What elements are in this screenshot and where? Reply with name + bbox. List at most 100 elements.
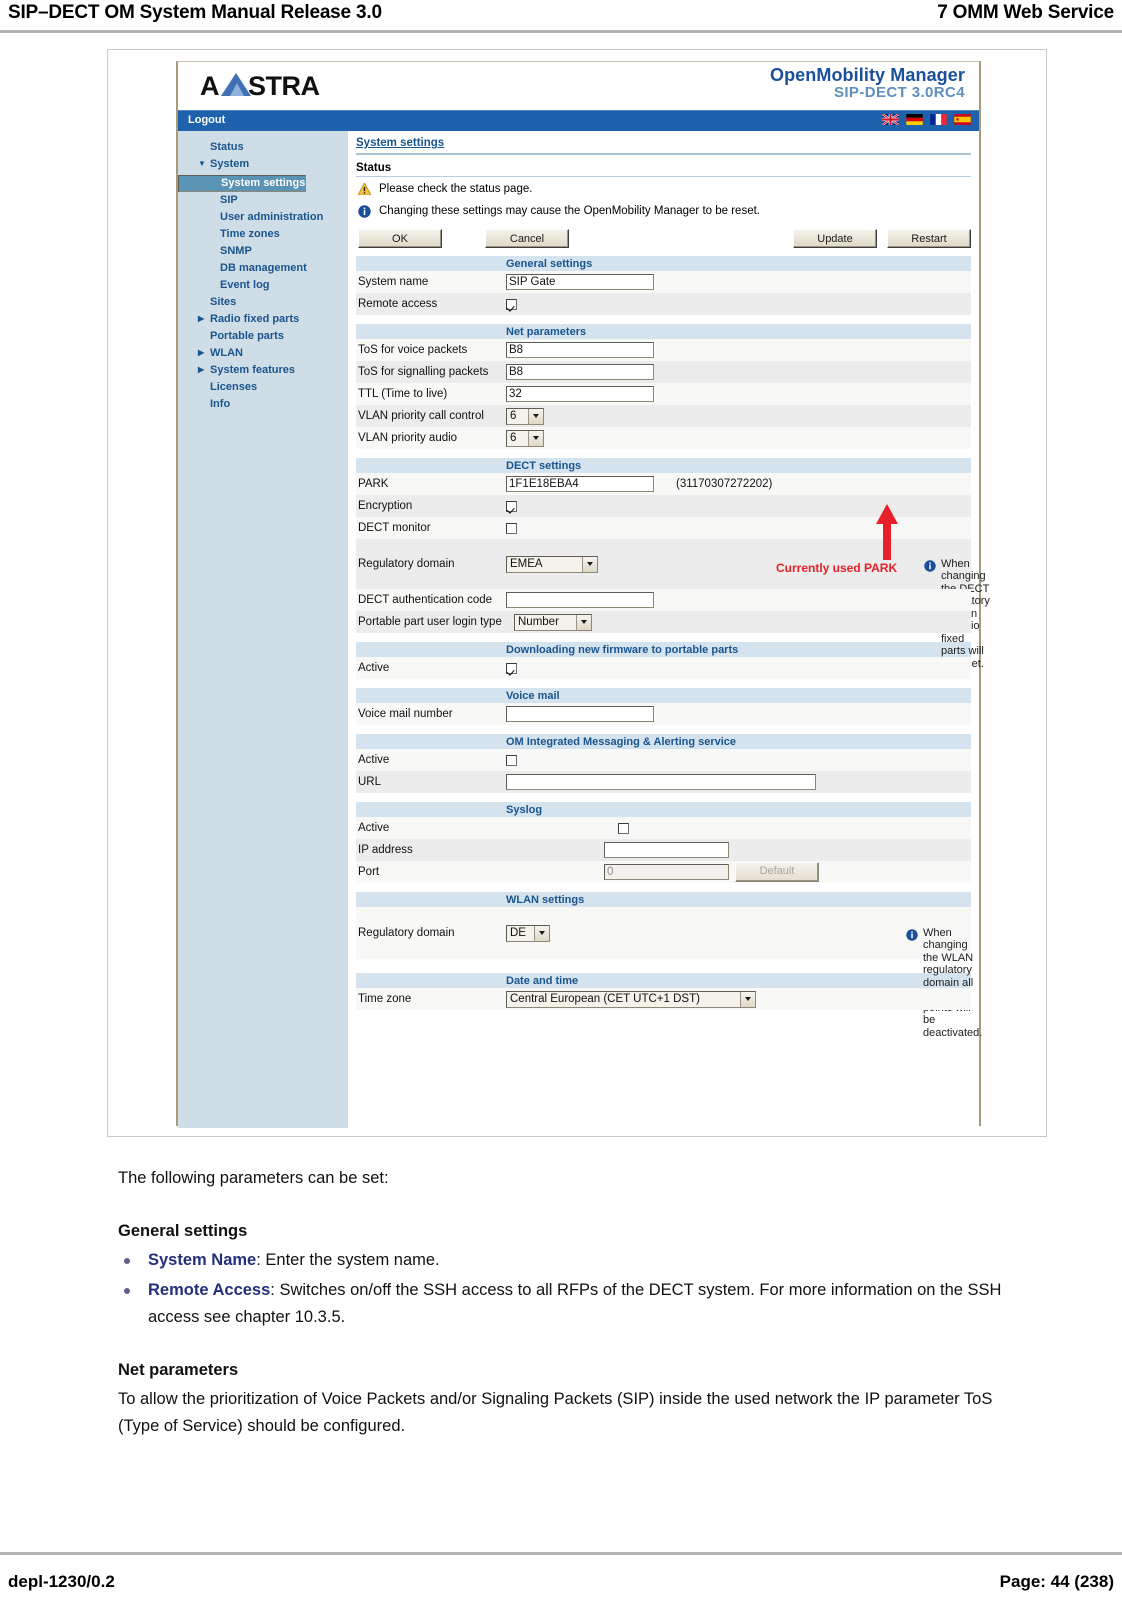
omm-web-window: A STRA OpenMobility Manager SIP-DECT 3.0… bbox=[176, 61, 990, 1128]
update-button[interactable]: Update bbox=[793, 228, 877, 248]
row-voice-mail-number: Voice mail number bbox=[356, 703, 971, 725]
label-firmware-active: Active bbox=[358, 662, 390, 674]
dect-auth-code-input[interactable] bbox=[506, 592, 654, 608]
label-remote-access: Remote access bbox=[358, 298, 438, 310]
row-pp-login-type: Portable part user login type Number bbox=[356, 611, 971, 633]
section-header: Date and time bbox=[356, 973, 971, 988]
pp-login-type-select[interactable]: Number bbox=[514, 613, 592, 631]
section-dect-settings: DECT settings PARK (31170307272202) Encr… bbox=[356, 458, 990, 670]
sidebar-item-label: System bbox=[210, 158, 250, 170]
remote-access-checkbox[interactable] bbox=[506, 298, 517, 310]
restart-button[interactable]: Restart bbox=[887, 228, 971, 248]
row-syslog-ip: IP address bbox=[356, 839, 971, 861]
label-pp-login-type: Portable part user login type bbox=[358, 616, 502, 628]
section-date-and-time: Date and time Time zone Central European… bbox=[356, 973, 971, 1010]
label-dect-auth-code: DECT authentication code bbox=[358, 594, 493, 606]
chevron-down-icon[interactable] bbox=[528, 430, 543, 446]
wlan-regulatory-domain-select[interactable]: DE bbox=[506, 924, 550, 942]
sidebar-item-db-management[interactable]: DB management bbox=[178, 260, 348, 277]
sidebar-item-sites[interactable]: Sites bbox=[178, 294, 348, 311]
section-title: Syslog bbox=[506, 803, 543, 816]
sidebar-item-time-zones[interactable]: Time zones bbox=[178, 226, 348, 243]
sidebar-item-portable-parts[interactable]: Portable parts bbox=[178, 328, 348, 345]
chevron-down-icon[interactable] bbox=[740, 991, 755, 1007]
document-header-right: 7 OMM Web Service bbox=[937, 2, 1114, 23]
messaging-url-input[interactable] bbox=[506, 774, 816, 790]
dect-regulatory-domain-value: EMEA bbox=[510, 557, 543, 570]
label-park: PARK bbox=[358, 478, 389, 490]
sidebar-item-wlan[interactable]: ▶ WLAN bbox=[178, 345, 348, 362]
content-pane: System settings Status Please check the … bbox=[348, 131, 990, 1128]
label-regulatory-domain-wlan: Regulatory domain bbox=[358, 927, 455, 939]
vlan-audio-select[interactable]: 6 bbox=[506, 429, 544, 447]
dect-regulatory-domain-select[interactable]: EMEA bbox=[506, 555, 598, 573]
status-divider bbox=[356, 176, 971, 177]
label-messaging-url: URL bbox=[358, 776, 382, 788]
tos-voice-input[interactable] bbox=[506, 342, 654, 358]
section-header: Downloading new firmware to portable par… bbox=[356, 642, 971, 657]
vlan-call-control-select[interactable]: 6 bbox=[506, 407, 544, 425]
syslog-active-checkbox[interactable] bbox=[618, 822, 629, 834]
firmware-active-checkbox[interactable] bbox=[506, 662, 517, 674]
sidebar-item-system-settings[interactable]: System settings bbox=[178, 175, 307, 192]
section-header: Syslog bbox=[356, 802, 971, 817]
warning-icon bbox=[358, 183, 371, 195]
label-regulatory-domain-dect: Regulatory domain bbox=[358, 558, 455, 570]
list-item-text: : Enter the system name. bbox=[256, 1251, 440, 1269]
flag-germany-icon[interactable] bbox=[906, 114, 923, 125]
wlan-regulatory-note-text: When changing the WLAN regulatory domain… bbox=[923, 926, 983, 1039]
prose-heading-general-settings: General settings bbox=[118, 1222, 248, 1240]
sidebar-item-label: Sites bbox=[210, 296, 237, 308]
warning-message-text: Please check the status page. bbox=[379, 183, 533, 195]
row-remote-access: Remote access bbox=[356, 293, 971, 315]
time-zone-select[interactable]: Central European (CET UTC+1 DST) bbox=[506, 990, 756, 1008]
section-firmware-download: Downloading new firmware to portable par… bbox=[356, 642, 971, 679]
keyword-system-name: System Name bbox=[148, 1251, 257, 1269]
flag-spain-icon[interactable] bbox=[954, 114, 971, 125]
section-title: OM Integrated Messaging & Alerting servi… bbox=[506, 735, 737, 748]
label-tos-signalling: ToS for signalling packets bbox=[358, 366, 489, 378]
syslog-default-button[interactable]: Default bbox=[735, 862, 819, 882]
park-input[interactable] bbox=[506, 476, 654, 492]
label-dect-monitor: DECT monitor bbox=[358, 522, 431, 534]
sidebar-item-snmp[interactable]: SNMP bbox=[178, 243, 348, 260]
vlan-call-control-value: 6 bbox=[510, 409, 517, 422]
annotation-arrow-icon bbox=[876, 503, 898, 560]
sidebar-item-system-features[interactable]: ▶ System features bbox=[178, 362, 348, 379]
sidebar-item-licenses[interactable]: Licenses bbox=[178, 379, 348, 396]
dect-monitor-checkbox[interactable] bbox=[506, 522, 517, 534]
chevron-down-icon[interactable] bbox=[528, 408, 543, 424]
ttl-input[interactable] bbox=[506, 386, 654, 402]
prose-general-list: System Name: Enter the system name. Remo… bbox=[118, 1247, 1028, 1331]
flag-france-icon[interactable] bbox=[930, 114, 947, 125]
sidebar-item-system[interactable]: ▼ System bbox=[178, 156, 348, 173]
cancel-button[interactable]: Cancel bbox=[485, 228, 569, 248]
ok-button[interactable]: OK bbox=[358, 228, 442, 248]
sidebar-item-status[interactable]: Status bbox=[178, 139, 348, 156]
chevron-down-icon[interactable] bbox=[576, 614, 591, 630]
messaging-active-checkbox[interactable] bbox=[506, 754, 517, 766]
syslog-port-input[interactable] bbox=[604, 864, 729, 880]
wlan-regulatory-domain-value: DE bbox=[510, 926, 526, 939]
logout-link[interactable]: Logout bbox=[188, 114, 225, 126]
logout-bar: Logout bbox=[178, 110, 979, 131]
encryption-checkbox[interactable] bbox=[506, 500, 517, 512]
park-decimal-value: (31170307272202) bbox=[676, 478, 773, 490]
product-title: OpenMobility Manager bbox=[769, 65, 965, 85]
sidebar-item-user-administration[interactable]: User administration bbox=[178, 209, 348, 226]
system-name-input[interactable] bbox=[506, 274, 654, 290]
footer-divider bbox=[0, 1552, 1122, 1555]
syslog-ip-input[interactable] bbox=[604, 842, 729, 858]
row-syslog-port: Port Default bbox=[356, 861, 971, 883]
chevron-down-icon[interactable] bbox=[582, 556, 597, 572]
sidebar-item-radio-fixed-parts[interactable]: ▶ Radio fixed parts bbox=[178, 311, 348, 328]
sidebar-item-label: Info bbox=[210, 398, 231, 410]
sidebar-item-event-log[interactable]: Event log bbox=[178, 277, 348, 294]
section-title: Downloading new firmware to portable par… bbox=[506, 643, 739, 656]
voice-mail-number-input[interactable] bbox=[506, 706, 654, 722]
tos-signalling-input[interactable] bbox=[506, 364, 654, 380]
sidebar-item-info[interactable]: Info bbox=[178, 396, 348, 413]
flag-uk-icon[interactable] bbox=[882, 114, 899, 125]
chevron-down-icon[interactable] bbox=[534, 925, 549, 941]
sidebar-item-sip[interactable]: SIP bbox=[178, 192, 348, 209]
